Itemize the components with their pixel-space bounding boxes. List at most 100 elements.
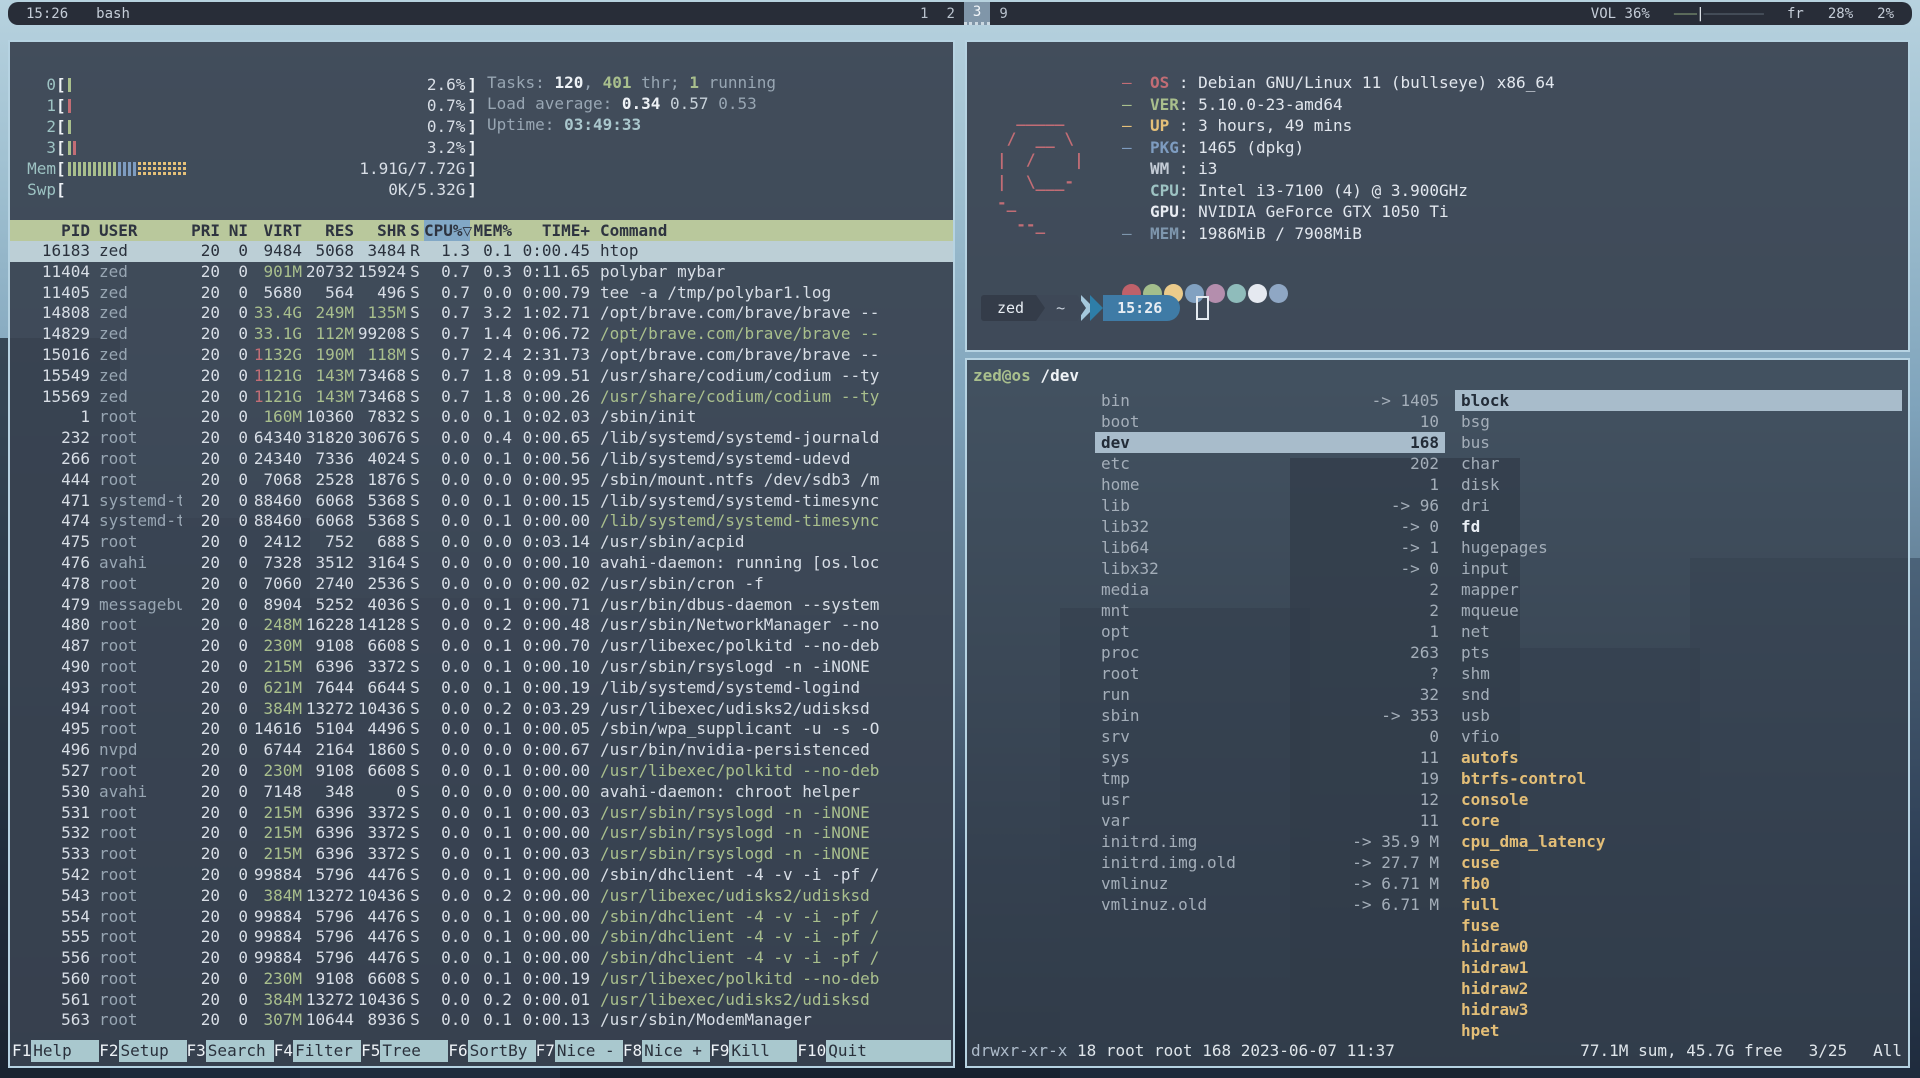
file-item-shm[interactable]: shm [1455, 663, 1902, 684]
dir-item-initrd.img[interactable]: initrd.img-> 35.9 M [1095, 831, 1445, 852]
process-row[interactable]: 14829zed20033.1G112M99208S0.71.40:06.72/… [10, 324, 953, 345]
process-row[interactable]: 493root200621M76446644S0.00.10:00.19/lib… [10, 678, 953, 699]
column-header[interactable]: RES [302, 220, 354, 241]
process-row[interactable]: 11404zed200901M2073215924S0.70.30:11.65p… [10, 262, 953, 283]
process-row[interactable]: 475root2002412752688S0.00.00:03.14/usr/s… [10, 532, 953, 553]
workspace-2[interactable]: 2 [937, 2, 963, 25]
column-header[interactable]: CPU%▽ [424, 220, 470, 241]
fkey-f3-search[interactable]: F3Search [187, 1040, 274, 1062]
file-item-cuse[interactable]: cuse [1455, 852, 1902, 873]
process-row[interactable]: 531root200215M63963372S0.00.10:00.03/usr… [10, 803, 953, 824]
fkey-f6-sortby[interactable]: F6SortBy [448, 1040, 535, 1062]
column-header[interactable]: MEM% [470, 220, 512, 241]
file-item-char[interactable]: char [1455, 453, 1902, 474]
file-item-hidraw1[interactable]: hidraw1 [1455, 957, 1902, 978]
file-item-cpu_dma_latency[interactable]: cpu_dma_latency [1455, 831, 1902, 852]
dir-item-opt[interactable]: opt1 [1095, 621, 1445, 642]
dir-item-initrd.img.old[interactable]: initrd.img.old-> 27.7 M [1095, 852, 1445, 873]
process-row[interactable]: 266root2002434073364024S0.00.10:00.56/li… [10, 449, 953, 470]
workspace-3[interactable]: 3 [964, 2, 990, 25]
file-item-fb0[interactable]: fb0 [1455, 873, 1902, 894]
keyboard-layout[interactable]: fr [1787, 6, 1804, 22]
volume-slider[interactable]: ———|———————— [1674, 6, 1763, 22]
process-row[interactable]: 494root200384M1327210436S0.00.20:03.29/u… [10, 699, 953, 720]
column-header[interactable]: S [406, 220, 424, 241]
fetch-terminal-window[interactable]: _____ / __ \ | / | | \___- -_ --_ —OS : … [965, 40, 1910, 352]
column-header[interactable]: TIME+ [512, 220, 590, 241]
process-row[interactable]: 480root200248M1622814128S0.00.20:00.48/u… [10, 615, 953, 636]
file-item-bus[interactable]: bus [1455, 432, 1902, 453]
process-row[interactable]: 543root200384M1327210436S0.00.20:00.00/u… [10, 886, 953, 907]
process-table-header[interactable]: PIDUSERPRINIVIRTRESSHRSCPU%▽MEM%TIME+Com… [10, 220, 953, 241]
process-row[interactable]: 560root200230M91086608S0.00.10:00.19/usr… [10, 969, 953, 990]
dir-item-dev[interactable]: dev168 [1095, 432, 1445, 453]
file-item-bsg[interactable]: bsg [1455, 411, 1902, 432]
process-row[interactable]: 555root2009988457964476S0.00.10:00.00/sb… [10, 927, 953, 948]
process-row[interactable]: 1root200160M103607832S0.00.10:02.03/sbin… [10, 407, 953, 428]
fkey-f7-nice[interactable]: F7Nice - [536, 1040, 623, 1062]
file-item-hidraw0[interactable]: hidraw0 [1455, 936, 1902, 957]
process-row[interactable]: 478root200706027402536S0.00.00:00.02/usr… [10, 574, 953, 595]
file-item-full[interactable]: full [1455, 894, 1902, 915]
dir-item-root[interactable]: root? [1095, 663, 1445, 684]
dir-item-mnt[interactable]: mnt2 [1095, 600, 1445, 621]
dir-item-lib64[interactable]: lib64-> 1 [1095, 537, 1445, 558]
process-row[interactable]: 15016zed2001132G190M118MS0.72.42:31.73/o… [10, 345, 953, 366]
file-item-autofs[interactable]: autofs [1455, 747, 1902, 768]
process-row[interactable]: 14808zed20033.4G249M135MS0.73.21:02.71/o… [10, 303, 953, 324]
column-header[interactable]: VIRT [248, 220, 302, 241]
process-row[interactable]: 563root200307M106448936S0.00.10:00.13/us… [10, 1010, 953, 1031]
column-header[interactable]: NI [220, 220, 248, 241]
dir-item-sbin[interactable]: sbin-> 353 [1095, 705, 1445, 726]
file-item-dri[interactable]: dri [1455, 495, 1902, 516]
file-item-core[interactable]: core [1455, 810, 1902, 831]
dir-item-srv[interactable]: srv0 [1095, 726, 1445, 747]
filter-mode[interactable]: All [1873, 1040, 1902, 1062]
dir-item-var[interactable]: var11 [1095, 810, 1445, 831]
process-row[interactable]: 533root200215M63963372S0.00.10:00.03/usr… [10, 844, 953, 865]
process-row[interactable]: 487root200230M91086608S0.00.10:00.70/usr… [10, 636, 953, 657]
process-row[interactable]: 561root200384M1327210436S0.00.20:00.01/u… [10, 990, 953, 1011]
fkey-f5-tree[interactable]: F5Tree [361, 1040, 448, 1062]
dir-item-home[interactable]: home1 [1095, 474, 1445, 495]
dir-item-vmlinuz.old[interactable]: vmlinuz.old-> 6.71 M [1095, 894, 1445, 915]
file-item-hidraw3[interactable]: hidraw3 [1455, 999, 1902, 1020]
process-row[interactable]: 15569zed2001121G143M73468S0.71.80:00.26/… [10, 387, 953, 408]
process-row[interactable]: 444root200706825281876S0.00.00:00.95/sbi… [10, 470, 953, 491]
file-item-hpet[interactable]: hpet [1455, 1020, 1902, 1041]
process-row[interactable]: 495root2001461651044496S0.00.10:00.05/sb… [10, 719, 953, 740]
file-item-fd[interactable]: fd [1455, 516, 1902, 537]
process-row[interactable]: 542root2009988457964476S0.00.10:00.00/sb… [10, 865, 953, 886]
file-item-pts[interactable]: pts [1455, 642, 1902, 663]
ranger-window[interactable]: zed@os /dev bin-> 1405boot10dev168etc202… [965, 358, 1910, 1068]
dir-item-usr[interactable]: usr12 [1095, 789, 1445, 810]
dir-item-sys[interactable]: sys11 [1095, 747, 1445, 768]
process-row[interactable]: 471systemd-t2008846060685368S0.00.10:00.… [10, 491, 953, 512]
dir-item-etc[interactable]: etc202 [1095, 453, 1445, 474]
fkey-f9-kill[interactable]: F9Kill [710, 1040, 797, 1062]
process-row[interactable]: 530avahi20071483480S0.00.00:00.00avahi-d… [10, 782, 953, 803]
fkey-f10-quit[interactable]: F10Quit [797, 1040, 951, 1062]
process-row[interactable]: 232root200643403182030676S0.00.40:00.65/… [10, 428, 953, 449]
dir-item-boot[interactable]: boot10 [1095, 411, 1445, 432]
column-header[interactable]: USER [90, 220, 182, 241]
process-row[interactable]: 527root200230M91086608S0.00.10:00.00/usr… [10, 761, 953, 782]
process-row[interactable]: 11405zed2005680564496S0.70.00:00.79tee -… [10, 283, 953, 304]
workspace-1[interactable]: 1 [911, 2, 937, 25]
file-item-block[interactable]: block [1455, 390, 1902, 411]
file-item-disk[interactable]: disk [1455, 474, 1902, 495]
dir-item-bin[interactable]: bin-> 1405 [1095, 390, 1445, 411]
file-item-snd[interactable]: snd [1455, 684, 1902, 705]
file-item-usb[interactable]: usb [1455, 705, 1902, 726]
process-row[interactable]: 479messagebu200890452524036S0.00.10:00.7… [10, 595, 953, 616]
htop-window[interactable]: 0[2.6%]1[0.7%]2[0.7%]3[3.2%]Mem[1.91G/7.… [8, 40, 955, 1068]
file-item-mqueue[interactable]: mqueue [1455, 600, 1902, 621]
process-row[interactable]: 556root2009988457964476S0.00.10:00.00/sb… [10, 948, 953, 969]
file-item-net[interactable]: net [1455, 621, 1902, 642]
dir-item-lib32[interactable]: lib32-> 0 [1095, 516, 1445, 537]
process-row[interactable]: 15549zed2001121G143M73468S0.71.80:09.51/… [10, 366, 953, 387]
dir-item-lib[interactable]: lib-> 96 [1095, 495, 1445, 516]
process-row[interactable]: 490root200215M63963372S0.00.10:00.10/usr… [10, 657, 953, 678]
dir-item-tmp[interactable]: tmp19 [1095, 768, 1445, 789]
terminal-cursor[interactable] [1196, 296, 1209, 320]
